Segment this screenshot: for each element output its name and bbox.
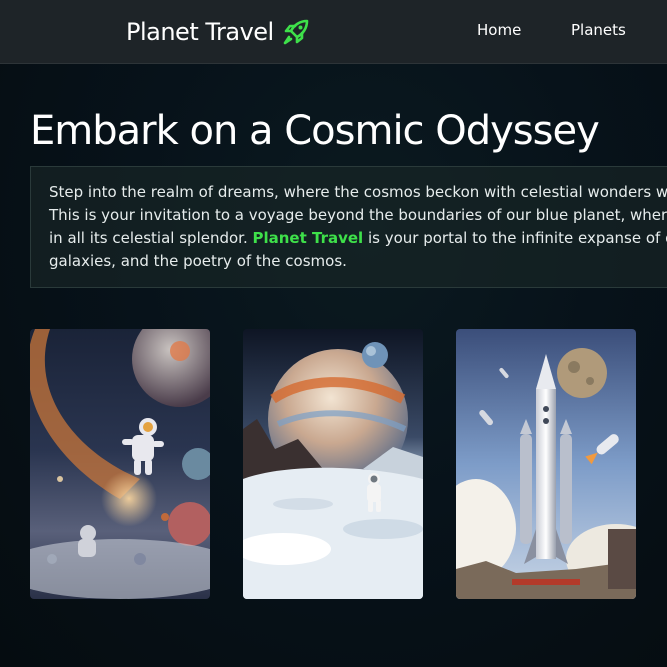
- rocket-icon: [280, 16, 312, 48]
- brand-highlight: Planet Travel: [252, 229, 364, 247]
- intro-text: is your portal to the infinite expanse o…: [367, 229, 667, 247]
- brand-logo[interactable]: Planet Travel: [126, 14, 312, 50]
- gallery-image-rocket-launch[interactable]: [456, 329, 636, 599]
- gallery-image-astronaut-ice[interactable]: [243, 329, 423, 599]
- page: Planet Travel Home Planets Embark on a C…: [0, 0, 667, 667]
- navbar: Planet Travel Home Planets: [0, 0, 667, 64]
- brand-name: Planet Travel: [126, 18, 274, 46]
- intro-line-3: in all its celestial splendor. Planet Tr…: [49, 227, 667, 250]
- gallery-image-astronaut-space[interactable]: [30, 329, 210, 599]
- intro-text-box: Step into the realm of dreams, where the…: [30, 166, 667, 288]
- nav-link-planets[interactable]: Planets: [571, 21, 626, 39]
- intro-line-2: This is your invitation to a voyage beyo…: [49, 206, 667, 224]
- intro-line-1: Step into the realm of dreams, where the…: [49, 183, 667, 201]
- intro-text: in all its celestial splendor.: [49, 229, 253, 247]
- nav-link-home[interactable]: Home: [477, 21, 521, 39]
- intro-line-4: galaxies, and the poetry of the cosmos.: [49, 252, 347, 270]
- page-title: Embark on a Cosmic Odyssey: [30, 108, 600, 154]
